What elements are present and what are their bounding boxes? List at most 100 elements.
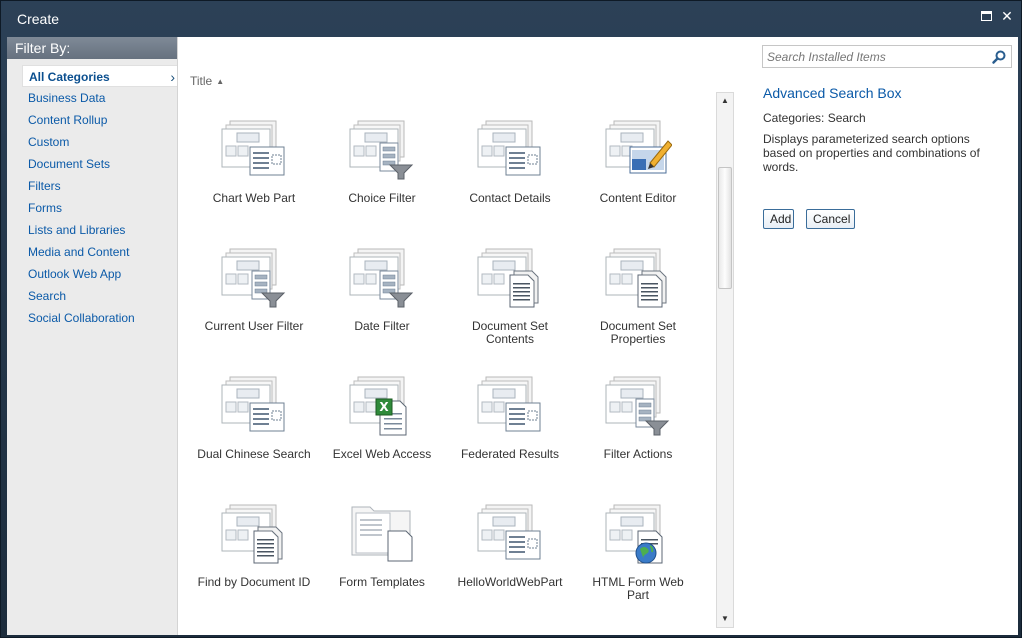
excel-icon: X: [318, 373, 446, 439]
search-icon[interactable]: [991, 49, 1007, 65]
gallery-item-label: HTML Form Web Part: [592, 575, 684, 602]
category-item[interactable]: Business Data: [7, 87, 177, 109]
filter-icon: [574, 373, 702, 439]
gallery-item-label: Find by Document ID: [197, 575, 311, 589]
gallery-item[interactable]: X Excel Web Access: [318, 373, 446, 501]
gallery-item[interactable]: Choice Filter: [318, 117, 446, 245]
gallery-item[interactable]: Chart Web Part: [190, 117, 318, 245]
category-item[interactable]: Document Sets: [7, 153, 177, 175]
webpart-list-icon: [190, 373, 318, 439]
svg-text:X: X: [379, 400, 389, 414]
category-list: All Categories › Business Data Content Roll…: [7, 65, 177, 329]
detail-categories: Categories: Search: [763, 111, 866, 125]
gallery-item[interactable]: HTML Form Web Part: [574, 501, 702, 629]
gallery-item[interactable]: HelloWorldWebPart: [446, 501, 574, 629]
pencil-icon: [574, 117, 702, 183]
dialog-title: Create: [17, 11, 60, 27]
category-item[interactable]: Outlook Web App: [7, 263, 177, 285]
category-label: Lists and Libraries: [28, 223, 126, 237]
detail-description: Displays parameterized search options ba…: [763, 132, 980, 174]
category-item[interactable]: Custom: [7, 131, 177, 153]
gallery-item[interactable]: Form Templates: [318, 501, 446, 629]
gallery-item[interactable]: Document Set Contents: [446, 245, 574, 373]
gallery-item[interactable]: Dual Chinese Search: [190, 373, 318, 501]
category-label: Media and Content: [28, 245, 130, 259]
filter-header: Filter By:: [7, 37, 177, 59]
cancel-button[interactable]: Cancel: [806, 209, 855, 229]
category-label: Search: [28, 289, 67, 303]
gallery-item-label: Form Templates: [339, 575, 425, 589]
category-label: Document Sets: [28, 157, 111, 171]
dialog-content: Filter By: All Categories › Business Data C…: [7, 37, 1018, 635]
gallery-item-label: Document Set Contents: [471, 319, 549, 346]
filter-panel: Filter By: All Categories › Business Data C…: [7, 37, 178, 635]
gallery-item-label: Content Editor: [599, 191, 677, 205]
gallery-item-label: Document Set Properties: [599, 319, 677, 346]
chevron-right-icon: ›: [170, 69, 175, 85]
filter-icon: [190, 245, 318, 311]
category-label: Filters: [28, 179, 61, 193]
add-button[interactable]: Add: [763, 209, 794, 229]
category-item[interactable]: Media and Content: [7, 241, 177, 263]
category-label: Social Collaboration: [28, 311, 135, 325]
webpart-gallery: Title ▲ Chart Web Part Choice Filter Con…: [179, 37, 734, 635]
category-item[interactable]: Social Collaboration: [7, 307, 177, 329]
category-item[interactable]: Filters: [7, 175, 177, 197]
webpart-list-icon: [190, 117, 318, 183]
dialog-titlebar: Create ✕: [1, 1, 1021, 36]
gallery-item[interactable]: Document Set Properties: [574, 245, 702, 373]
sort-by-title[interactable]: Title ▲: [190, 74, 224, 88]
category-label: All Categories: [29, 70, 110, 84]
search-input[interactable]: [763, 46, 985, 67]
detail-title: Advanced Search Box: [763, 85, 902, 101]
webpart-list-icon: [446, 373, 574, 439]
create-dialog: Create ✕ Filter By: All Categories › Busin…: [0, 0, 1022, 638]
category-item[interactable]: Lists and Libraries: [7, 219, 177, 241]
detail-panel: Advanced Search Box Categories: Search D…: [762, 37, 1018, 635]
category-label: Business Data: [28, 91, 106, 105]
gallery-item[interactable]: Federated Results: [446, 373, 574, 501]
gallery-item-label: Filter Actions: [603, 447, 673, 461]
gallery-item-label: Dual Chinese Search: [197, 447, 311, 461]
filter-icon: [318, 245, 446, 311]
category-item[interactable]: Forms: [7, 197, 177, 219]
category-label: Forms: [28, 201, 62, 215]
sort-label: Title: [190, 74, 213, 88]
gallery-item[interactable]: Find by Document ID: [190, 501, 318, 629]
gallery-item[interactable]: Filter Actions: [574, 373, 702, 501]
gallery-item-label: Federated Results: [460, 447, 560, 461]
gallery-item-label: Date Filter: [354, 319, 410, 333]
document-icon: [446, 245, 574, 311]
maximize-icon[interactable]: [978, 8, 994, 24]
category-label: Outlook Web App: [28, 267, 122, 281]
gallery-item[interactable]: Content Editor: [574, 117, 702, 245]
scroll-thumb[interactable]: [718, 167, 732, 289]
close-icon[interactable]: ✕: [999, 8, 1015, 24]
gallery-item[interactable]: Date Filter: [318, 245, 446, 373]
gallery-item-label: Contact Details: [469, 191, 551, 205]
sort-ascending-icon: ▲: [216, 77, 225, 86]
globe-icon: [574, 501, 702, 567]
gallery-item-label: Chart Web Part: [212, 191, 296, 205]
gallery-item-label: HelloWorldWebPart: [457, 575, 563, 589]
webpart-list-icon: [446, 501, 574, 567]
gallery-item[interactable]: Contact Details: [446, 117, 574, 245]
form-library-icon: [318, 501, 446, 567]
category-label: Custom: [28, 135, 70, 149]
search-box: [762, 45, 1012, 68]
gallery-item-label: Current User Filter: [204, 319, 304, 333]
category-label: Content Rollup: [28, 113, 108, 127]
category-item[interactable]: All Categories ›: [22, 65, 177, 87]
gallery-scrollbar[interactable]: ▲ ▼: [716, 92, 734, 628]
filter-icon: [318, 117, 446, 183]
gallery-item-label: Choice Filter: [348, 191, 416, 205]
gallery-item[interactable]: Current User Filter: [190, 245, 318, 373]
scroll-up-icon[interactable]: ▲: [717, 93, 733, 109]
document-icon: [190, 501, 318, 567]
scroll-down-icon[interactable]: ▼: [717, 611, 733, 627]
gallery-item-label: Excel Web Access: [332, 447, 432, 461]
category-item[interactable]: Content Rollup: [7, 109, 177, 131]
category-item[interactable]: Search: [7, 285, 177, 307]
webpart-list-icon: [446, 117, 574, 183]
document-icon: [574, 245, 702, 311]
